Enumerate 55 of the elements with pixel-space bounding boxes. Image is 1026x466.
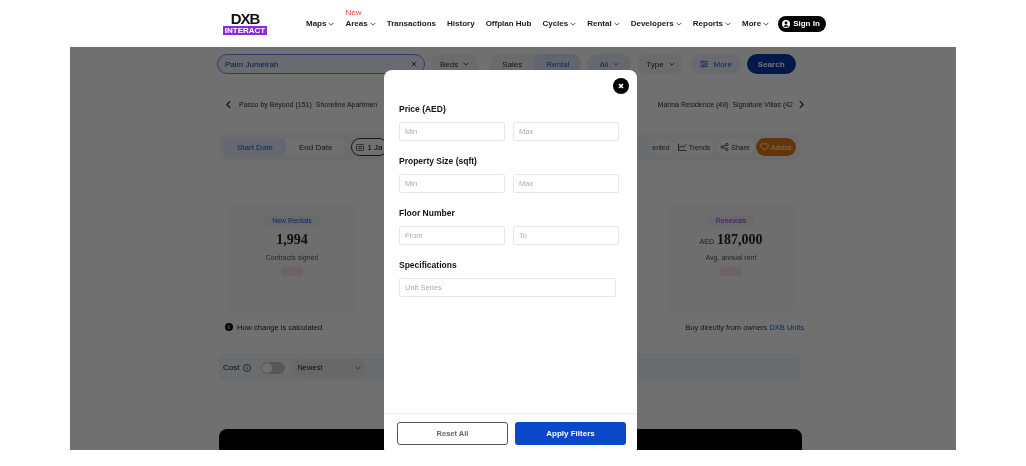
date-tab[interactable]: End Date — [286, 138, 346, 156]
heart-icon — [760, 143, 769, 151]
nav-link[interactable]: Transactions — [386, 19, 437, 28]
clear-icon[interactable] — [411, 61, 417, 67]
nav-link[interactable]: Offplan Hub — [485, 19, 532, 28]
chevron-down-icon — [763, 21, 770, 26]
share-icon — [720, 143, 730, 151]
cost-toggle[interactable] — [261, 361, 286, 374]
stat-value: 187,000 — [716, 232, 763, 248]
cost-label: Cost — [223, 363, 240, 372]
calendar-icon — [356, 143, 365, 151]
nav-link[interactable]: Cycles — [542, 19, 577, 28]
chevron-down-icon — [355, 365, 362, 370]
type-dropdown[interactable]: Type — [637, 54, 684, 74]
nav-link[interactable]: History — [447, 19, 475, 28]
info-icon — [225, 323, 233, 331]
close-icon — [616, 81, 626, 91]
nav-link[interactable]: Areas — [345, 19, 376, 28]
more-filters-button[interactable]: More — [689, 54, 741, 74]
chart-icon — [677, 143, 687, 151]
info-icon[interactable] — [243, 363, 252, 372]
user-icon — [782, 19, 791, 28]
search-button[interactable]: Search — [746, 54, 796, 74]
nav-link[interactable]: Maps — [306, 19, 335, 28]
section-label: Floor Number — [399, 208, 456, 218]
section-label: Specifications — [399, 260, 458, 270]
logo-text: DXB — [230, 12, 260, 26]
chevron-down-icon — [369, 21, 376, 26]
close-button[interactable] — [613, 78, 629, 94]
chevron-down-icon — [675, 21, 682, 26]
nav-link[interactable]: Developers — [630, 19, 682, 28]
logo[interactable]: DXB INTERACT — [222, 12, 268, 35]
chevron-down-icon — [570, 21, 577, 26]
chevron-down-icon — [613, 62, 620, 66]
section-label: Property Size (sqft) — [399, 156, 478, 166]
mode-tab[interactable]: Sales — [490, 54, 535, 74]
apply-filters-button[interactable]: Apply Filters — [515, 422, 626, 445]
section-label: Price (AED) — [399, 104, 447, 114]
nav-link[interactable]: More — [742, 19, 770, 28]
chevron-down-icon — [613, 21, 620, 26]
date-tab[interactable]: Start Date — [224, 138, 286, 156]
chevron-down-icon — [668, 62, 675, 66]
chevron-down-icon — [725, 21, 732, 26]
sliders-icon — [698, 60, 709, 68]
sign-in-button[interactable]: Sign In — [778, 15, 826, 32]
chevron-down-icon — [328, 21, 335, 26]
stat-value: 1,994 — [276, 232, 308, 248]
new-label: New — [345, 8, 362, 17]
logo-subtext: INTERACT — [222, 26, 268, 35]
search-field[interactable]: Palm Jumeirah — [217, 54, 425, 74]
nav-link[interactable]: Reports — [692, 19, 732, 28]
chevron-down-icon — [463, 62, 470, 66]
chevron-right-icon[interactable] — [799, 99, 804, 109]
nav-link[interactable]: Rental — [587, 19, 620, 28]
chevron-left-icon[interactable] — [226, 99, 231, 109]
